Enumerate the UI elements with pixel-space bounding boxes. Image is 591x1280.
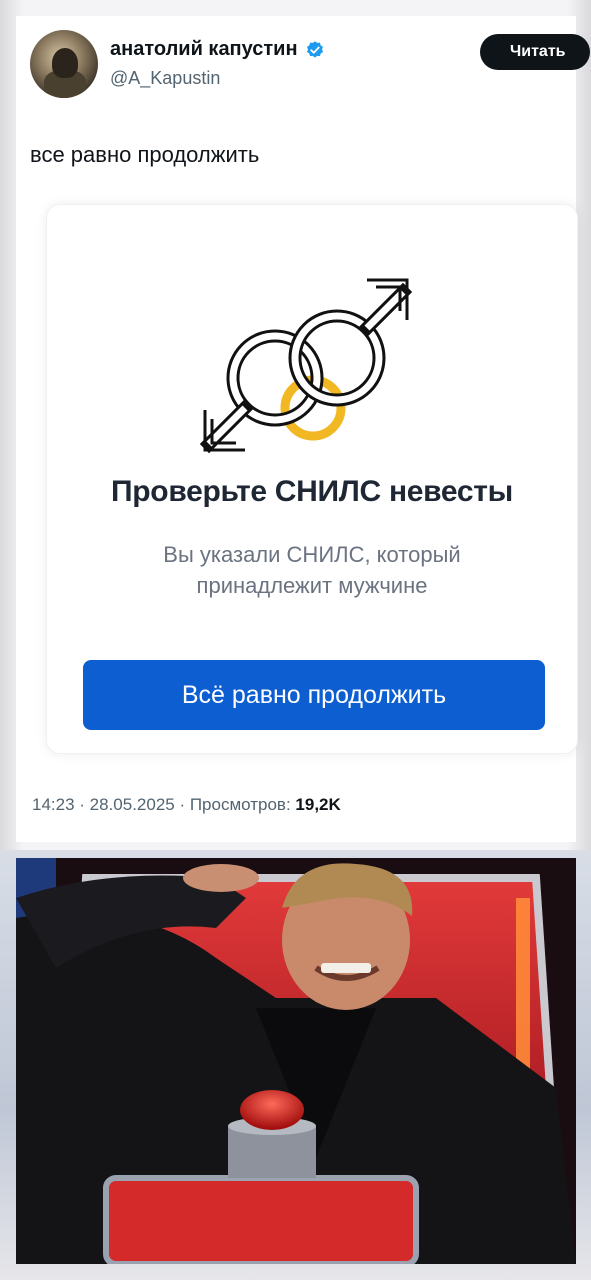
verified-badge-icon bbox=[306, 40, 323, 58]
tweet-text: все равно продолжить bbox=[30, 142, 260, 167]
author-name-row[interactable]: анатолий капустин bbox=[110, 38, 325, 61]
male-symbols-wedding-rings-icon bbox=[199, 278, 413, 454]
photo-illustration bbox=[16, 858, 576, 1264]
continue-anyway-button[interactable]: Всё равно продолжить bbox=[83, 660, 545, 730]
tweet-card: анатолий капустин @A_Kapustin Читать все… bbox=[16, 16, 590, 842]
avatar[interactable] bbox=[30, 30, 98, 98]
card-subtitle: Вы указали СНИЛС, который принадлежит му… bbox=[142, 539, 482, 601]
card-title: Проверьте СНИЛС невесты bbox=[111, 475, 513, 508]
views-count: 19,2K bbox=[295, 795, 341, 814]
handle[interactable]: @A_Kapustin bbox=[110, 68, 220, 89]
tweet-meta: 14:23 · 28.05.2025 · Просмотров: 19,2K bbox=[32, 795, 341, 815]
follow-button[interactable]: Читать bbox=[480, 34, 590, 70]
embedded-image-card[interactable]: Проверьте СНИЛС невесты Вы указали СНИЛС… bbox=[46, 204, 578, 754]
card-subtitle-line-1: Вы указали СНИЛС, который bbox=[163, 542, 461, 567]
card-subtitle-line-2: принадлежит мужчине bbox=[196, 573, 428, 598]
timestamp[interactable]: 14:23 · 28.05.2025 · Просмотров: bbox=[32, 795, 291, 814]
display-name[interactable]: анатолий капустин bbox=[110, 38, 298, 61]
attached-photo[interactable] bbox=[16, 858, 576, 1264]
